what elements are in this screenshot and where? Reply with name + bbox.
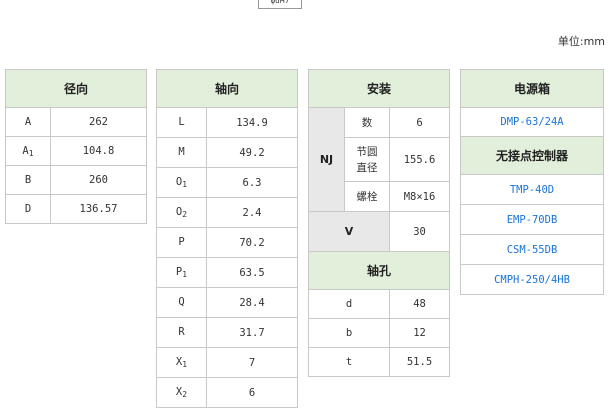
- radial-row: A1 104.8: [5, 136, 148, 166]
- radial-param-value: 260: [49, 165, 148, 195]
- controller-link[interactable]: CSM-55DB: [460, 234, 604, 265]
- radial-title: 径向: [4, 69, 148, 108]
- dimension-fragment: φdH7: [258, 0, 302, 9]
- axial-param-value: 28.4: [205, 287, 299, 318]
- controller-link[interactable]: CMPH-250/4HB: [460, 264, 604, 295]
- axial-param-value: 2.4: [205, 197, 299, 228]
- radial-param-label: D: [5, 194, 51, 224]
- radial-param-value: 104.8: [49, 136, 148, 166]
- axial-row: P 70.2: [156, 227, 299, 258]
- axial-param-label: P1: [156, 257, 207, 288]
- radial-param-label: A1: [5, 136, 51, 166]
- nj-bolt-label: 螺栓: [344, 181, 390, 212]
- nj-count-value: 6: [388, 107, 451, 138]
- controller-link[interactable]: EMP-70DB: [460, 204, 604, 235]
- axial-param-value: 134.9: [205, 107, 299, 138]
- radial-param-value: 136.57: [49, 194, 148, 224]
- shaft-d-label: d: [308, 289, 390, 319]
- mount-table: 安装 NJ 数 6 节圆 直径 155.6 螺栓 M8×16 V 30 轴孔 d…: [307, 69, 451, 377]
- axial-row: R 31.7: [156, 317, 299, 348]
- axial-param-value: 6: [205, 377, 299, 408]
- radial-table: 径向 A 262 A1 104.8 B 260 D 136.57: [4, 69, 148, 224]
- nj-bolt-value: M8×16: [388, 181, 451, 212]
- power-table: 电源箱 DMP-63/24A 无接点控制器 TMP-40D EMP-70DB C…: [460, 69, 604, 295]
- power-model-link[interactable]: DMP-63/24A: [460, 107, 604, 137]
- controller-link[interactable]: TMP-40D: [460, 174, 604, 205]
- mount-title: 安装: [307, 69, 451, 108]
- axial-row: Q 28.4: [156, 287, 299, 318]
- radial-row: D 136.57: [5, 194, 148, 224]
- nj-label: NJ: [308, 107, 345, 212]
- axial-row: X1 7: [156, 347, 299, 378]
- axial-row: O2 2.4: [156, 197, 299, 228]
- axial-param-label: O1: [156, 167, 207, 198]
- axial-param-label: X2: [156, 377, 207, 408]
- axial-param-value: 63.5: [205, 257, 299, 288]
- radial-row: B 260: [5, 165, 148, 195]
- axial-param-label: Q: [156, 287, 207, 318]
- axial-param-value: 6.3: [205, 167, 299, 198]
- axial-table: 轴向 L 134.9 M 49.2 O1 6.3 O2 2.4 P 70.2 P1 63.5 Q 28.4…: [155, 69, 299, 408]
- radial-param-value: 262: [49, 107, 148, 137]
- axial-param-label: R: [156, 317, 207, 348]
- unit-label: 单位:mm: [557, 35, 605, 48]
- power-title: 电源箱: [460, 69, 604, 108]
- shaft-t-value: 51.5: [388, 347, 451, 377]
- axial-param-label: L: [156, 107, 207, 138]
- axial-title: 轴向: [155, 69, 299, 108]
- shaft-b-label: b: [308, 318, 390, 348]
- shaft-b-value: 12: [388, 318, 451, 348]
- axial-row: L 134.9: [156, 107, 299, 138]
- axial-param-value: 70.2: [205, 227, 299, 258]
- nj-count-label: 数: [344, 107, 390, 138]
- radial-param-label: B: [5, 165, 51, 195]
- axial-row: X2 6: [156, 377, 299, 408]
- shaft-t-label: t: [308, 347, 390, 377]
- axial-row: O1 6.3: [156, 167, 299, 198]
- v-label: V: [308, 211, 390, 252]
- axial-param-label: O2: [156, 197, 207, 228]
- nj-pitch-value: 155.6: [388, 137, 451, 182]
- axial-param-label: M: [156, 137, 207, 168]
- radial-param-label: A: [5, 107, 51, 137]
- axial-param-label: P: [156, 227, 207, 258]
- axial-param-label: X1: [156, 347, 207, 378]
- controller-title: 无接点控制器: [460, 136, 604, 175]
- shaft-hole-title: 轴孔: [307, 251, 451, 290]
- radial-row: A 262: [5, 107, 148, 137]
- axial-row: M 49.2: [156, 137, 299, 168]
- axial-param-value: 7: [205, 347, 299, 378]
- axial-param-value: 49.2: [205, 137, 299, 168]
- axial-param-value: 31.7: [205, 317, 299, 348]
- axial-row: P1 63.5: [156, 257, 299, 288]
- v-value: 30: [388, 211, 451, 252]
- nj-pitch-label: 节圆 直径: [344, 137, 390, 182]
- shaft-d-value: 48: [388, 289, 451, 319]
